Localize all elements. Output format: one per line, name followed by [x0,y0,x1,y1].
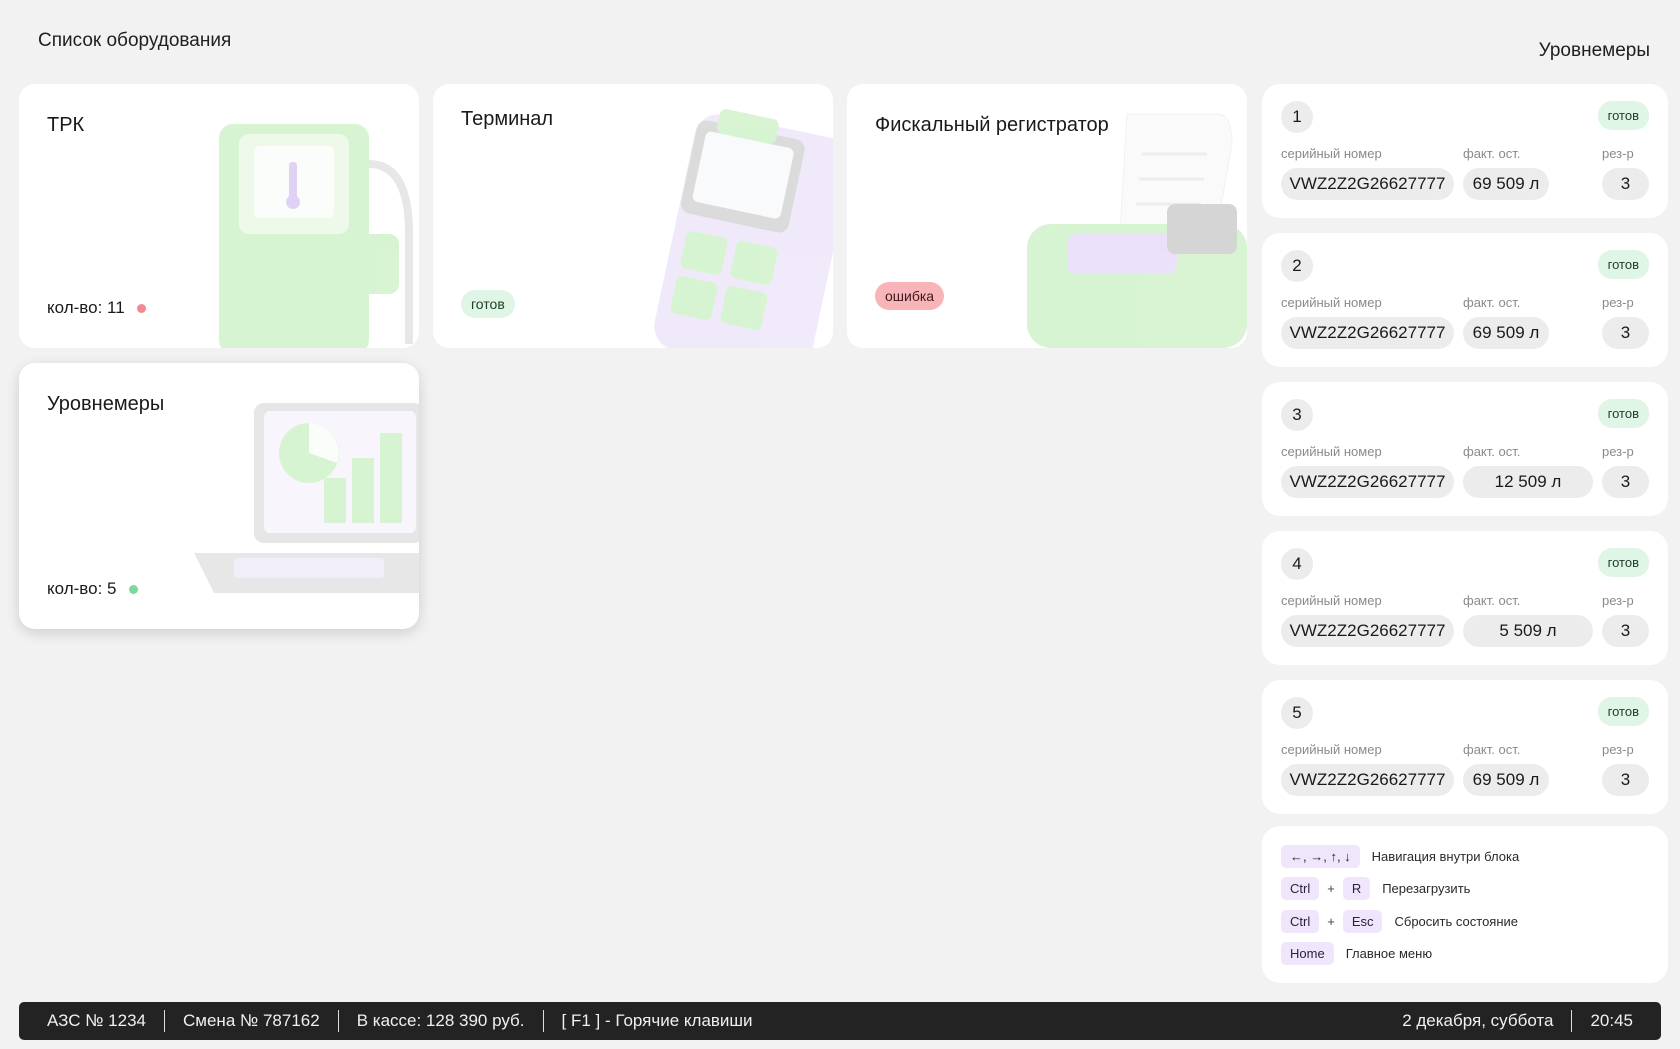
hotkey-description: Перезагрузить [1382,881,1471,897]
panel-title: Уровнемеры [1538,40,1650,61]
divider [1571,1010,1573,1032]
serial-label: серийный номер [1281,444,1382,459]
hotkey-description: Сбросить состояние [1394,913,1519,929]
fact-value: 5 509 л [1463,615,1593,647]
hotkey-description: Навигация внутри блока [1371,848,1520,864]
divider [542,1010,544,1032]
fact-label: факт. ост. [1463,742,1521,757]
fact-value: 69 509 л [1463,168,1549,200]
tank-label: рез-р [1602,742,1634,757]
level-gauge-item[interactable]: 3 готов серийный номер факт. ост. рез-р … [1262,382,1668,516]
quantity-label: кол-во: 11 [47,298,146,318]
device-number: 1 [1281,101,1313,133]
tank-value: 3 [1602,168,1649,200]
status-dot [136,303,146,313]
fact-label: факт. ост. [1463,146,1521,161]
hotkey-row-navigation: ←, →, ↑, ↓ Навигация внутри блока [1281,844,1649,868]
card-title: ТРК [47,114,85,136]
fact-value: 69 509 л [1463,764,1549,796]
tank-label: рез-р [1602,593,1634,608]
serial-value: VWZ2Z2G26627777 [1281,764,1454,796]
equipment-card-terminal[interactable]: Терминал готов [433,84,833,348]
divider [337,1010,339,1032]
status-badge: готов [1597,399,1649,428]
device-number: 3 [1281,399,1313,431]
ctrl-key: Ctrl [1281,877,1320,901]
serial-value: VWZ2Z2G26627777 [1281,615,1454,647]
arrow-keys: ←, →, ↑, ↓ [1281,844,1360,868]
fact-value: 12 509 л [1463,466,1593,498]
home-key: Home [1281,942,1334,966]
tank-value: 3 [1602,764,1649,796]
level-gauge-item[interactable]: 2 готов серийный номер факт. ост. рез-р … [1262,233,1668,367]
card-title: Терминал [461,108,554,130]
level-gauge-item[interactable]: 1 готов серийный номер факт. ост. рез-р … [1262,84,1668,218]
status-dot [128,584,138,594]
equipment-card-fuel-dispenser[interactable]: ТРК кол-во: 11 [19,84,419,348]
tank-label: рез-р [1602,146,1634,161]
tank-label: рез-р [1602,444,1634,459]
hotkey-row-reload: Ctrl + R Перезагрузить [1281,877,1649,901]
fact-label: факт. ост. [1463,444,1521,459]
shift-label: Смена № 787162 [183,1011,320,1030]
hotkey-row-home: Home Главное меню [1281,942,1649,966]
equipment-card-level-gauges[interactable]: Уровнемеры кол-во: 5 [19,363,419,629]
status-badge: готов [1597,101,1649,130]
date-label: 2 декабря, суббота [1402,1011,1554,1030]
esc-key: Esc [1342,909,1383,933]
quantity-label: кол-во: 5 [47,579,138,599]
serial-value: VWZ2Z2G26627777 [1281,168,1454,200]
status-badge: ошибка [875,282,945,310]
laptop-chart-illustration [194,403,419,593]
tank-value: 3 [1602,466,1649,498]
cash-label: В кассе: 128 390 руб. [356,1011,525,1030]
hotkeys-panel: ←, →, ↑, ↓ Навигация внутри блока Ctrl +… [1262,826,1668,983]
plus-sign: + [1327,913,1335,929]
status-badge: готов [1597,697,1649,726]
payment-terminal-illustration [654,109,833,348]
divider [164,1010,166,1032]
r-key: R [1342,877,1371,901]
fact-label: факт. ост. [1463,593,1521,608]
tank-value: 3 [1602,317,1649,349]
serial-value: VWZ2Z2G26627777 [1281,466,1454,498]
station-label: АЗС № 1234 [47,1011,147,1030]
time-label: 20:45 [1590,1011,1633,1030]
fact-label: факт. ост. [1463,295,1521,310]
card-title: Фискальный регистратор [875,114,1109,136]
hotkeys-hint[interactable]: [ F1 ] - Горячие клавиши [562,1011,753,1031]
hotkey-row-reset: Ctrl + Esc Сбросить состояние [1281,909,1649,933]
tank-label: рез-р [1602,295,1634,310]
fuel-dispenser-illustration [219,124,413,348]
serial-label: серийный номер [1281,295,1382,310]
page-title: Список оборудования [38,30,232,51]
quantity-text: кол-во: 5 [47,579,117,598]
level-gauge-item[interactable]: 4 готов серийный номер факт. ост. рез-р … [1262,531,1668,665]
status-badge: готов [1597,548,1649,577]
status-badge: готов [461,290,515,318]
quantity-text: кол-во: 11 [47,298,125,317]
serial-label: серийный номер [1281,593,1382,608]
plus-sign: + [1327,881,1335,897]
serial-label: серийный номер [1281,742,1382,757]
status-bar: АЗС № 1234 Смена № 787162 В кассе: 128 3… [19,1002,1661,1040]
device-number: 4 [1281,548,1313,580]
status-badge: готов [1597,250,1649,279]
device-number: 2 [1281,250,1313,282]
fact-value: 69 509 л [1463,317,1549,349]
hotkey-description: Главное меню [1345,946,1433,962]
level-gauge-item[interactable]: 5 готов серийный номер факт. ост. рез-р … [1262,680,1668,814]
serial-label: серийный номер [1281,146,1382,161]
tank-value: 3 [1602,615,1649,647]
device-number: 5 [1281,697,1313,729]
card-title: Уровнемеры [47,393,165,415]
ctrl-key: Ctrl [1281,909,1320,933]
serial-value: VWZ2Z2G26627777 [1281,317,1454,349]
equipment-card-fiscal-registrar[interactable]: Фискальный регистратор ошибка [847,84,1247,348]
